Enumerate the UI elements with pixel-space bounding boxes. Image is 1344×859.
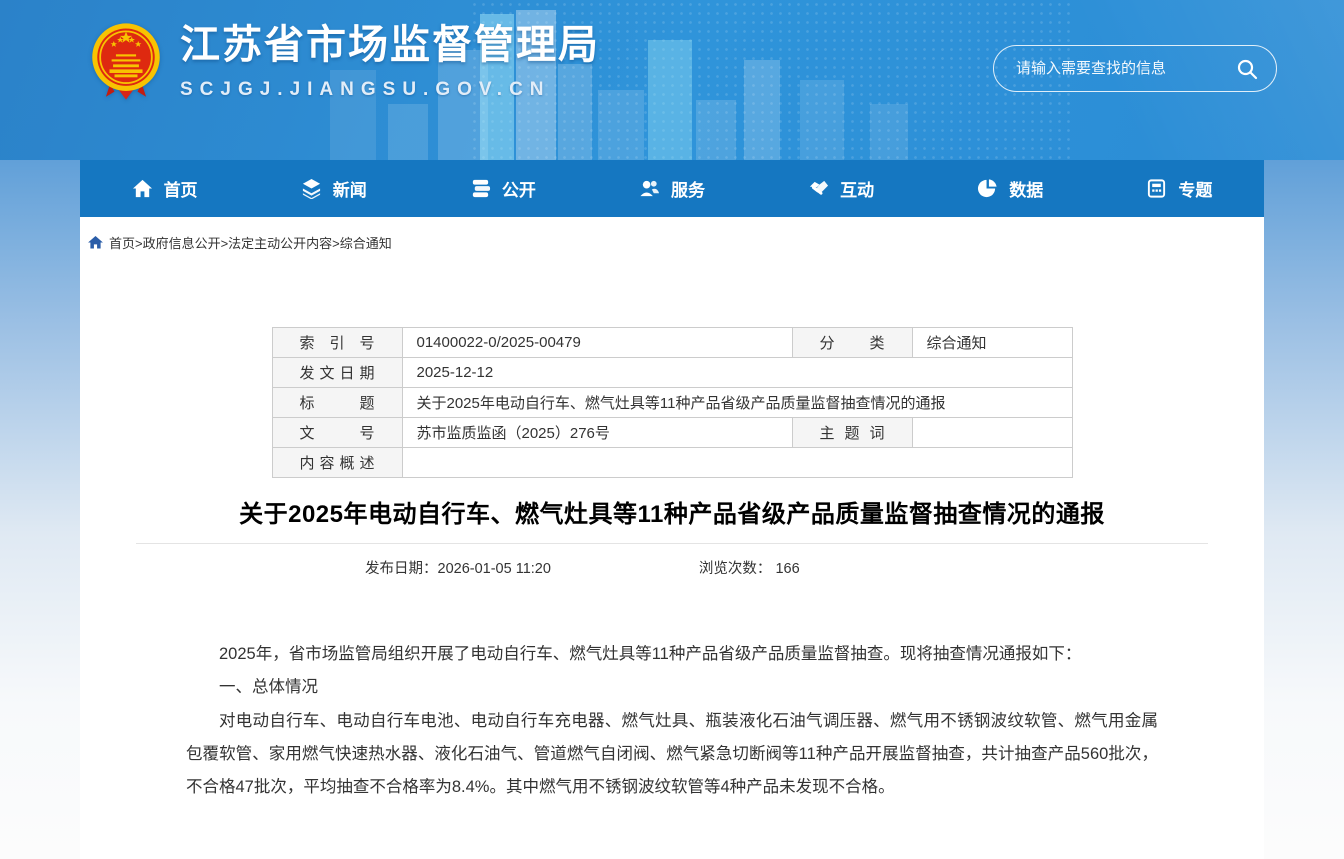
search-input[interactable] <box>1016 60 1236 77</box>
category-label: 分类 <box>792 328 912 358</box>
breadcrumb-trail[interactable]: 首页>政府信息公开>法定主动公开内容>综合通知 <box>109 233 392 252</box>
article-paragraph: 对电动自行车、电动自行车电池、电动自行车充电器、燃气灶具、瓶装液化石油气调压器、… <box>186 705 1158 805</box>
nav-item-services[interactable]: 服务 <box>587 160 756 217</box>
publish-date: 发布日期：2026-01-05 11:20 <box>365 557 551 578</box>
nav-label: 新闻 <box>333 176 367 201</box>
nav-label: 首页 <box>164 176 198 201</box>
nav-label: 数据 <box>1009 176 1043 201</box>
topics-icon <box>1146 178 1167 199</box>
interaction-icon <box>808 178 829 199</box>
site-title: 江苏省市场监督管理局 <box>180 23 600 67</box>
site-logo: 江苏省市场监督管理局 SCJGJ.JIANGSU.GOV.CN <box>90 22 600 101</box>
nav-label: 公开 <box>502 176 536 201</box>
data-icon <box>977 178 998 199</box>
breadcrumb: 首页>政府信息公开>法定主动公开内容>综合通知 <box>80 217 1264 253</box>
services-icon <box>639 178 660 199</box>
index-number-value: 01400022-0/2025-00479 <box>402 328 792 358</box>
site-domain: SCJGJ.JIANGSU.GOV.CN <box>180 79 600 101</box>
title-divider <box>136 543 1208 544</box>
nav-item-news[interactable]: 新闻 <box>249 160 418 217</box>
table-row: 索引号 01400022-0/2025-00479 分类 综合通知 <box>272 328 1072 358</box>
nav-label: 专题 <box>1178 176 1212 201</box>
national-emblem-icon <box>90 22 162 101</box>
category-value: 综合通知 <box>912 328 1072 358</box>
article-body: 2025年，省市场监管局组织开展了电动自行车、燃气灶具等11种产品省级产品质量监… <box>186 638 1158 805</box>
news-icon <box>301 178 322 199</box>
table-row: 内容概述 <box>272 448 1072 478</box>
search-icon[interactable] <box>1236 58 1258 80</box>
doc-title-value: 关于2025年电动自行车、燃气灶具等11种产品省级产品质量监督抽查情况的通报 <box>402 388 1072 418</box>
nav-item-interaction[interactable]: 互动 <box>757 160 926 217</box>
summary-value <box>402 448 1072 478</box>
doc-title-label: 标题 <box>272 388 402 418</box>
nav-label: 互动 <box>840 176 874 201</box>
publish-date-label: 发布日期： <box>365 561 438 577</box>
table-row: 文号 苏市监质监函（2025）276号 主题词 <box>272 418 1072 448</box>
nav-label: 服务 <box>671 176 705 201</box>
site-header: 江苏省市场监督管理局 SCJGJ.JIANGSU.GOV.CN <box>0 0 1344 160</box>
summary-label: 内容概述 <box>272 448 402 478</box>
home-icon <box>132 178 153 199</box>
table-row: 发文日期 2025-12-12 <box>272 358 1072 388</box>
keywords-label: 主题词 <box>792 418 912 448</box>
page-title: 关于2025年电动自行车、燃气灶具等11种产品省级产品质量监督抽查情况的通报 <box>190 492 1154 538</box>
publish-date-value: 2026-01-05 11:20 <box>438 561 551 577</box>
view-count-value: 166 <box>775 561 799 577</box>
article-meta-row: 发布日期：2026-01-05 11:20 浏览次数： 166 <box>80 557 1264 578</box>
nav-item-topics[interactable]: 专题 <box>1095 160 1264 217</box>
index-number-label: 索引号 <box>272 328 402 358</box>
article-paragraph: 2025年，省市场监管局组织开展了电动自行车、燃气灶具等11种产品省级产品质量监… <box>186 638 1158 671</box>
doc-number-value: 苏市监质监函（2025）276号 <box>402 418 792 448</box>
issue-date-value: 2025-12-12 <box>402 358 1072 388</box>
issue-date-label: 发文日期 <box>272 358 402 388</box>
doc-number-label: 文号 <box>272 418 402 448</box>
keywords-value <box>912 418 1072 448</box>
document-meta-table: 索引号 01400022-0/2025-00479 分类 综合通知 发文日期 2… <box>272 327 1073 478</box>
content-area: 首页>政府信息公开>法定主动公开内容>综合通知 索引号 01400022-0/2… <box>80 217 1264 859</box>
breadcrumb-home-icon <box>88 236 103 249</box>
disclosure-icon <box>470 178 491 199</box>
view-count-label: 浏览次数： <box>699 561 772 577</box>
table-row: 标题 关于2025年电动自行车、燃气灶具等11种产品省级产品质量监督抽查情况的通… <box>272 388 1072 418</box>
nav-item-disclosure[interactable]: 公开 <box>418 160 587 217</box>
nav-item-home[interactable]: 首页 <box>80 160 249 217</box>
search-box[interactable] <box>993 45 1277 92</box>
main-nav: 首页 新闻 公开 服务 互动 <box>80 160 1264 217</box>
article-paragraph: 一、总体情况 <box>186 671 1158 704</box>
view-count: 浏览次数： 166 <box>699 557 800 578</box>
nav-item-data[interactable]: 数据 <box>926 160 1095 217</box>
